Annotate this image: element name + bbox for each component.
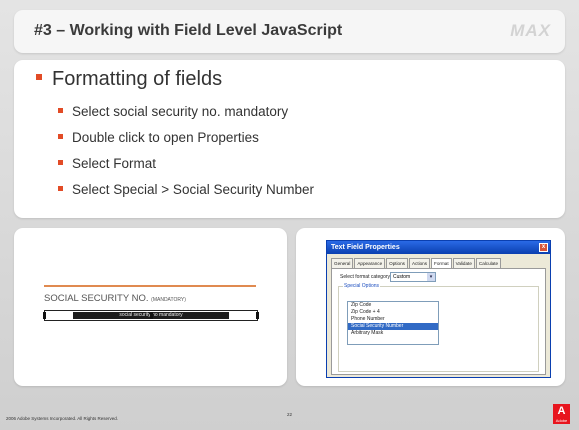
sub-bullet: Select social security no. mandatory (58, 103, 314, 129)
sub-bullet: Select Special > Social Security Number (58, 181, 314, 207)
page-number: 22 (287, 412, 293, 417)
list-item[interactable]: Phone Number (348, 316, 438, 323)
adobe-a-icon: A (557, 405, 566, 417)
close-icon[interactable]: x (539, 243, 548, 252)
format-tab-panel: Select format category: Custom ▾ Special… (331, 268, 546, 375)
tab-general[interactable]: General (331, 258, 354, 268)
special-options-label: Special Options (343, 283, 381, 289)
main-bullet: Formatting of fields (36, 68, 222, 91)
sub-bullet: Select Format (58, 155, 314, 181)
list-item[interactable]: Zip Code (348, 302, 438, 309)
slide: #3 – Working with Field Level JavaScript… (0, 0, 579, 430)
sub-bullet: Double click to open Properties (58, 129, 314, 155)
ssn-label-text: SOCIAL SECURITY NO. (44, 293, 149, 304)
ssn-field-label: SOCIAL SECURITY NO. (MANDATORY) (44, 293, 186, 304)
tab-calculate[interactable]: Calculate (475, 258, 502, 268)
ssn-text-field[interactable]: social security no mandatory (43, 310, 259, 321)
tab-validate[interactable]: Validate (452, 258, 475, 268)
dialog-tabs: General Appearance Options Actions Forma… (331, 258, 502, 268)
resize-handle-right[interactable] (256, 312, 259, 319)
resize-handle-left[interactable] (43, 312, 46, 319)
list-item-selected[interactable]: Social Security Number (348, 323, 438, 330)
tab-actions[interactable]: Actions (408, 258, 431, 268)
tab-format[interactable]: Format (431, 258, 452, 268)
bullet-square-icon (36, 73, 42, 80)
ssn-label-suffix: (MANDATORY) (151, 297, 186, 303)
copyright-text: 2006 Adobe Systems Incorporated. All Rig… (6, 416, 119, 421)
sub-bullet-list: Select social security no. mandatory Dou… (58, 103, 314, 207)
sub-bullet-text: Double click to open Properties (72, 130, 259, 145)
bullet-square-icon (58, 133, 63, 139)
list-item[interactable]: Arbitrary Mask (348, 330, 438, 337)
dialog-title: Text Field Properties (331, 244, 400, 251)
tab-options[interactable]: Options (386, 258, 408, 268)
format-category-label: Select format category: (340, 274, 392, 280)
bullet-square-icon (58, 185, 63, 191)
sub-bullet-text: Select social security no. mandatory (72, 104, 289, 119)
special-options-list: Zip Code Zip Code + 4 Phone Number Socia… (347, 301, 439, 345)
format-category-select[interactable]: Custom ▾ (390, 272, 436, 282)
format-category-value: Custom (393, 274, 411, 280)
max-logo: MAX (510, 21, 551, 40)
form-field-screenshot: SOCIAL SECURITY NO. (MANDATORY) social s… (14, 228, 287, 386)
dialog-titlebar: Text Field Properties x (327, 241, 550, 254)
chevron-down-icon[interactable]: ▾ (427, 273, 435, 281)
slide-title: #3 – Working with Field Level JavaScript (34, 22, 343, 39)
adobe-logo: A Adobe (553, 404, 570, 424)
bullet-square-icon (58, 107, 63, 113)
adobe-wordmark: Adobe (555, 418, 568, 423)
sub-bullet-text: Select Format (72, 156, 157, 171)
main-bullet-text: Formatting of fields (52, 68, 223, 90)
list-item[interactable]: Zip Code + 4 (348, 309, 438, 316)
title-panel: #3 – Working with Field Level JavaScript… (14, 10, 565, 53)
tab-appearance[interactable]: Appearance (354, 258, 386, 268)
section-divider (44, 285, 256, 287)
dialog-screenshot: Text Field Properties x General Appearan… (296, 228, 565, 386)
text-field-properties-dialog: Text Field Properties x General Appearan… (326, 240, 551, 378)
bullets-panel: Formatting of fields Select social secur… (14, 60, 565, 218)
resize-handle-middle[interactable] (150, 312, 153, 319)
bullet-square-icon (58, 159, 63, 165)
sub-bullet-text: Select Special > Social Security Number (72, 182, 314, 197)
